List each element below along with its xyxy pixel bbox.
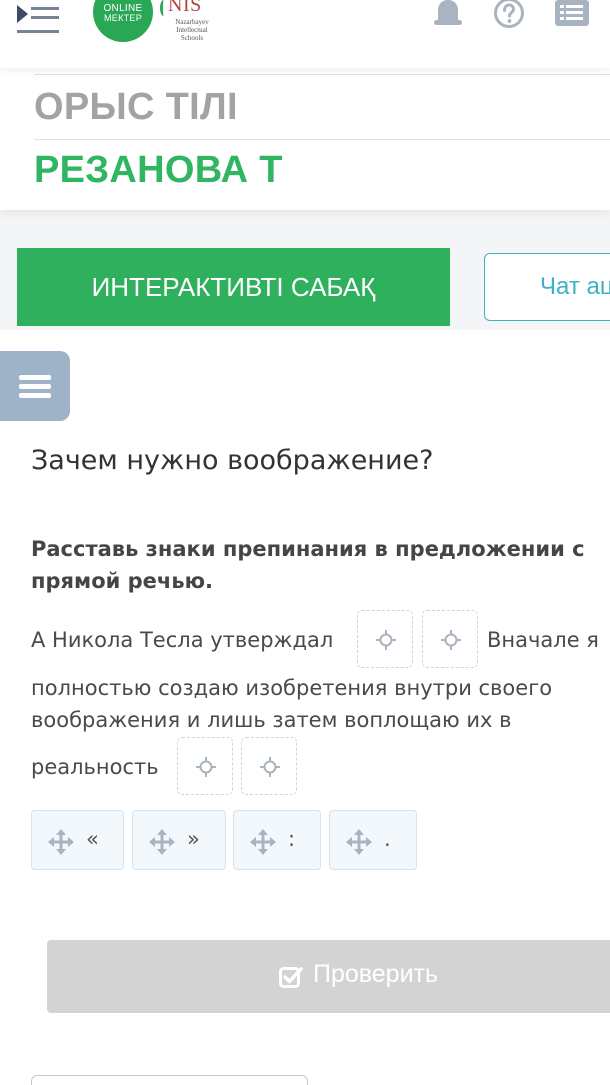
tab-chat[interactable]: Чат ац [484, 253, 610, 321]
drop-slot[interactable] [241, 737, 297, 795]
sentence-text: реальность [31, 755, 159, 779]
sentence-text: Вначале я [487, 628, 599, 652]
instruction-line: прямой речью. [31, 569, 214, 593]
option-symbol: : [288, 827, 296, 851]
option-symbol: » [187, 827, 200, 851]
menu-toggle-icon[interactable] [16, 0, 62, 36]
option-chip-period[interactable]: . [329, 810, 417, 870]
bell-icon[interactable] [432, 0, 464, 34]
checkbox-icon [279, 967, 303, 988]
move-icon [376, 630, 396, 650]
drag-arrows-icon [149, 829, 175, 855]
check-button[interactable]: Проверить [47, 940, 610, 1013]
question-title: Зачем нужно воображение? [31, 445, 434, 476]
drag-arrows-icon [48, 829, 74, 855]
bottom-button[interactable] [31, 1075, 308, 1085]
nis-logo: NIS Nazarbayev Intellectual Schools [160, 0, 220, 42]
online-mektep-logo[interactable]: ONLINE МЕКТЕР [93, 0, 153, 42]
instruction-line: Расставь знаки препинания в предложении … [31, 537, 585, 561]
nis-mark-icon [160, 0, 167, 16]
move-icon [441, 630, 461, 650]
top-bar: ONLINE МЕКТЕР NIS Nazarbayev Intellectua… [0, 0, 610, 68]
nis-title: NIS [168, 0, 202, 16]
sentence-text: А Никола Тесла утверждал [31, 628, 334, 652]
move-icon [196, 757, 216, 777]
help-icon[interactable] [493, 0, 525, 34]
list-icon[interactable] [555, 0, 589, 32]
nis-subtitle-3: Schools [180, 34, 204, 42]
option-chip-colon[interactable]: : [233, 810, 321, 870]
drop-slot[interactable] [177, 737, 233, 795]
move-icon [260, 757, 280, 777]
sentence-text: полностью создаю изобретения внутри свое… [31, 676, 553, 700]
drag-arrows-icon [250, 829, 276, 855]
question-instruction: Расставь знаки препинания в предложении … [31, 533, 610, 597]
logo-text-line2: МЕКТЕР [103, 13, 143, 23]
teacher-name: РЕЗАНОВА Т [34, 149, 283, 191]
drop-slot[interactable] [422, 610, 478, 668]
option-symbol: « [86, 827, 99, 851]
check-button-label: Проверить [313, 960, 439, 988]
drop-slot[interactable] [357, 610, 413, 668]
option-chip-right-quote[interactable]: » [132, 810, 226, 870]
hamburger-icon[interactable] [0, 351, 70, 421]
subject-title: ОРЫС ТІЛІ [34, 86, 238, 128]
course-header: ОРЫС ТІЛІ РЕЗАНОВА Т [0, 68, 610, 210]
sentence-text: воображения и лишь затем воплощаю их в [31, 708, 512, 732]
option-symbol: . [384, 827, 391, 851]
option-chip-left-quote[interactable]: « [31, 810, 124, 870]
drag-arrows-icon [346, 829, 372, 855]
tab-interactive-lesson[interactable]: ИНТЕРАКТИВТІ САБАҚ [17, 248, 450, 326]
divider [34, 139, 610, 140]
divider [34, 74, 610, 75]
tabs-bar: ИНТЕРАКТИВТІ САБАҚ Чат ац [0, 210, 610, 330]
question-panel: Зачем нужно воображение? Расставь знаки … [0, 330, 610, 1085]
